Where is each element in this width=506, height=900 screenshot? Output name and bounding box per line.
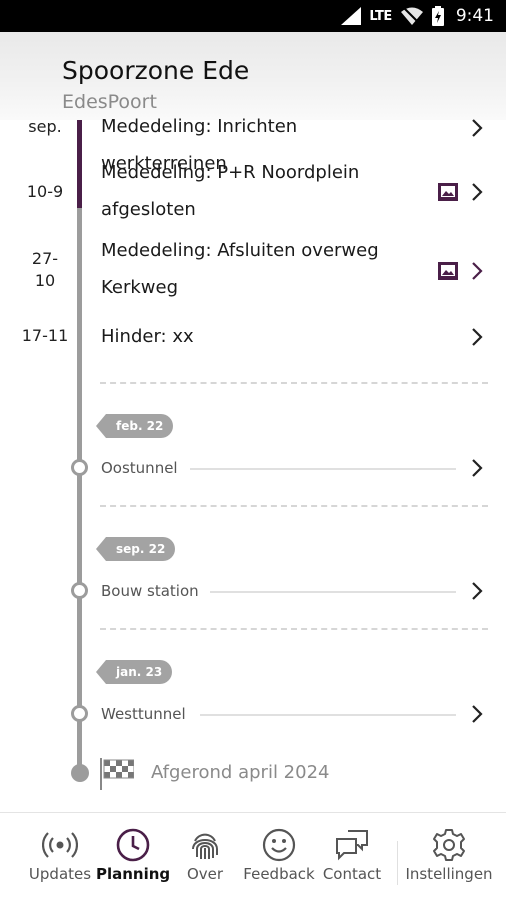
milestone-label[interactable]: Oostunnel (101, 458, 186, 478)
section-divider (100, 628, 488, 630)
image-icon (438, 183, 458, 201)
chevron-right-icon (472, 328, 483, 346)
signal-icon (341, 7, 362, 25)
app-header: Spoorzone Ede EdesPoort (0, 32, 506, 120)
chevron-right-icon (472, 119, 483, 137)
nav-label: Planning (96, 865, 171, 883)
fingerprint-icon (192, 833, 218, 859)
gear-icon (433, 829, 465, 861)
status-bar: LTE 9:41 (0, 0, 506, 32)
nav-planning[interactable]: Planning (96, 813, 170, 900)
nav-label: Updates (28, 865, 92, 883)
milestone-line (210, 591, 456, 593)
nav-over[interactable]: Over (176, 813, 234, 900)
update-date: sep. (28, 117, 62, 136)
update-item[interactable]: 17-11 Hinder: xx (0, 318, 506, 358)
update-title-line: Mededeling: Afsluiten overweg (101, 240, 379, 261)
nav-feedback[interactable]: Feedback (242, 813, 316, 900)
update-title-line: Mededeling: P+R Noordplein (101, 162, 360, 183)
milestone-label[interactable]: Bouw station (101, 581, 207, 601)
nav-updates[interactable]: Updates (22, 813, 98, 900)
nav-label: Feedback (243, 865, 315, 883)
finish-label: Afgerond april 2024 (151, 762, 330, 783)
milestone-node (71, 459, 88, 476)
update-date: 10-9 (26, 182, 64, 201)
chevron-right-icon (472, 183, 483, 201)
nav-label: Instellingen (405, 865, 493, 883)
update-title: Mededeling: Afsluiten overweg Kerkweg (101, 232, 421, 306)
nav-instellingen[interactable]: Instellingen (402, 813, 496, 900)
chevron-right-icon[interactable] (470, 581, 484, 601)
chevron-right-icon[interactable] (470, 458, 484, 478)
nav-label: Over (186, 865, 224, 883)
update-title-line: afgesloten (101, 199, 196, 220)
section-divider (100, 382, 488, 384)
update-date: 27- 10 (14, 248, 76, 292)
update-title: Mededeling: P+R Noordplein afgesloten (101, 154, 421, 228)
image-icon (438, 262, 458, 280)
milestone-date-tag: jan. 23 (95, 660, 173, 684)
bottom-navigation: Updates Planning Over Feedback Contact I… (0, 812, 506, 900)
milestone-line (190, 468, 456, 470)
clock-icon (116, 828, 150, 862)
milestone-date-tag: sep. 22 (95, 537, 176, 561)
battery-charging-icon (431, 6, 444, 26)
nav-divider (397, 841, 398, 885)
nav-label: Contact (322, 865, 382, 883)
milestone-date-tag: feb. 22 (95, 414, 174, 438)
nav-contact[interactable]: Contact (320, 813, 384, 900)
timeline-end-dot (71, 764, 89, 782)
update-date: 17-11 (21, 326, 69, 345)
page-title: Spoorzone Ede (62, 56, 250, 85)
chevron-right-icon[interactable] (470, 704, 484, 724)
milestone-node (71, 582, 88, 599)
clock-time: 9:41 (455, 6, 494, 26)
chevron-right-icon[interactable] (470, 261, 484, 281)
smiley-icon (262, 828, 296, 862)
update-date-line: 27- (31, 249, 59, 268)
finish-flag-icon (100, 758, 134, 790)
broadcast-icon (42, 832, 78, 858)
wifi-off-icon (400, 6, 423, 26)
update-item[interactable]: 10-9 Mededeling: P+R Noordplein afgeslot… (0, 154, 506, 230)
update-date-line: 10 (34, 271, 56, 290)
milestone-line (200, 714, 456, 716)
update-title: Hinder: xx (101, 326, 194, 347)
chat-icon (336, 830, 368, 861)
section-divider (100, 505, 488, 507)
update-title-line: Kerkweg (101, 277, 179, 298)
milestone-node (71, 705, 88, 722)
network-type: LTE (369, 8, 392, 24)
update-item[interactable]: sep. Mededeling: Inrichten werkterreinen (0, 108, 506, 174)
milestone-label[interactable]: Westtunnel (101, 704, 194, 724)
update-item[interactable]: 27- 10 Mededeling: Afsluiten overweg Ker… (0, 232, 506, 308)
